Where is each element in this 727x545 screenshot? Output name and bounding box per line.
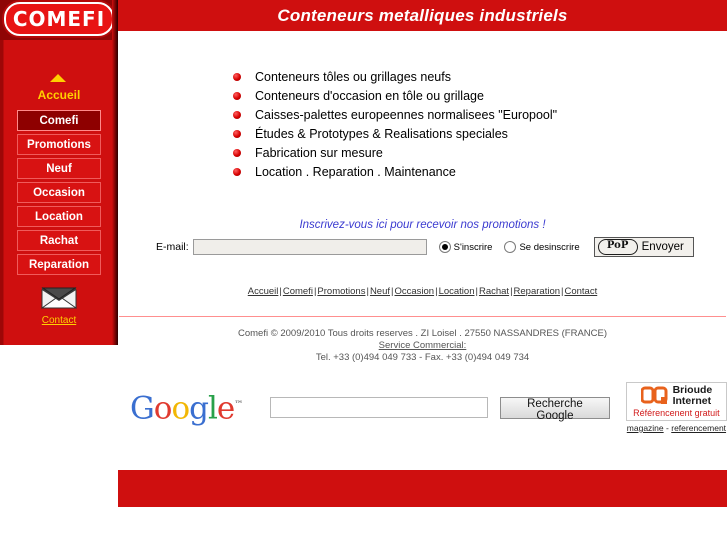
trademark-icon: ™ bbox=[234, 400, 243, 411]
google-search-button[interactable]: Recherche Google bbox=[500, 396, 610, 422]
sidebar-item-neuf[interactable]: Neuf bbox=[17, 158, 101, 179]
list-item-label: Conteneurs tôles ou grillages neufs bbox=[255, 70, 451, 84]
footer-link-accueil[interactable]: Accueil bbox=[248, 286, 279, 297]
google-letter-l: l bbox=[207, 390, 218, 427]
radio-subscribe-label: S'inscrire bbox=[453, 241, 493, 253]
sidebar: COMEFI Accueil Comefi Promotions Neuf Oc… bbox=[0, 0, 118, 345]
sidebar-item-rachat[interactable]: Rachat bbox=[17, 230, 101, 251]
footer-link-neuf[interactable]: Neuf bbox=[370, 286, 390, 297]
sidebar-item-promotions[interactable]: Promotions bbox=[17, 134, 101, 155]
newsletter-promo-text: Inscrivez-vous ici pour recevoir nos pro… bbox=[299, 219, 546, 231]
copyright-text: Comefi © 2009/2010 Tous droits reserves … bbox=[237, 328, 608, 339]
sidebar-item-contact[interactable]: Contact bbox=[0, 315, 118, 326]
google-logo: Google™ bbox=[130, 390, 243, 427]
google-letter-o1: o bbox=[153, 390, 173, 427]
main-content: Conteneurs tôles ou grillages neufs Cont… bbox=[118, 31, 727, 363]
brioude-footer-links: magazine - referencement bbox=[626, 423, 727, 433]
envelope-icon[interactable] bbox=[40, 285, 78, 309]
footer-divider bbox=[119, 316, 726, 317]
list-item: Caisses-palettes europeennes normalisees… bbox=[233, 107, 557, 123]
search-input[interactable] bbox=[270, 397, 489, 418]
list-item: Fabrication sur mesure bbox=[233, 145, 557, 161]
brioude-foot-sep: - bbox=[666, 423, 669, 433]
footer-link-promotions[interactable]: Promotions bbox=[317, 286, 365, 297]
brioude-badge[interactable]: Brioude Internet Référencenent gratuit m… bbox=[625, 382, 727, 433]
brioude-tagline: Référencenent gratuit bbox=[633, 408, 720, 418]
google-letter-g2: g bbox=[189, 390, 209, 427]
list-item-label: Location . Reparation . Maintenance bbox=[255, 165, 456, 179]
triangle-up-icon bbox=[50, 74, 66, 82]
bullet-icon bbox=[233, 111, 241, 119]
footer-link-contact[interactable]: Contact bbox=[564, 286, 597, 297]
pop-logo-icon: PoP bbox=[597, 239, 638, 255]
list-item-label: Fabrication sur mesure bbox=[255, 146, 383, 160]
bullet-icon bbox=[233, 168, 241, 176]
brioude-badge-box[interactable]: Brioude Internet Référencenent gratuit bbox=[625, 382, 727, 421]
feature-list: Conteneurs tôles ou grillages neufs Cont… bbox=[233, 69, 557, 183]
brioude-badge-top: Brioude Internet bbox=[640, 385, 713, 407]
site-logo[interactable]: COMEFI bbox=[4, 2, 114, 36]
email-field[interactable] bbox=[192, 239, 427, 255]
brioude-oq-icon bbox=[640, 385, 669, 407]
page-root: COMEFI Accueil Comefi Promotions Neuf Oc… bbox=[0, 0, 727, 545]
footer-link-location[interactable]: Location bbox=[439, 286, 475, 297]
google-letter-o2: o bbox=[171, 390, 190, 427]
page-header: Conteneurs metalliques industriels bbox=[118, 0, 727, 31]
list-item: Location . Reparation . Maintenance bbox=[233, 164, 557, 180]
google-search-bar: Google™ Recherche Google Brioude Interne… bbox=[118, 375, 727, 440]
bullet-icon bbox=[233, 149, 241, 157]
brioude-referencement-link[interactable]: referencement bbox=[671, 423, 726, 433]
footer-link-rachat[interactable]: Rachat bbox=[479, 286, 509, 297]
radio-subscribe-icon[interactable] bbox=[438, 241, 451, 253]
bullet-icon bbox=[233, 92, 241, 100]
footer-link-occasion[interactable]: Occasion bbox=[394, 286, 434, 297]
service-commercial-link[interactable]: Service Commercial: bbox=[379, 340, 467, 351]
sidebar-item-accueil[interactable]: Accueil bbox=[0, 88, 118, 102]
google-letter-e: e bbox=[216, 390, 235, 427]
page-title: Conteneurs metalliques industriels bbox=[277, 5, 568, 25]
newsletter-form: E-mail: S'inscrire Se desinscrire PoP En… bbox=[156, 237, 716, 257]
footer-link-reparation[interactable]: Reparation bbox=[514, 286, 560, 297]
sidebar-item-reparation[interactable]: Reparation bbox=[17, 254, 101, 275]
radio-subscribe[interactable]: S'inscrire bbox=[438, 241, 493, 253]
sidebar-item-comefi[interactable]: Comefi bbox=[17, 110, 101, 131]
brioude-name-line2: Internet bbox=[672, 395, 712, 407]
sidebar-item-location[interactable]: Location bbox=[17, 206, 101, 227]
bottom-red-bar bbox=[118, 470, 727, 507]
radio-unsubscribe[interactable]: Se desinscrire bbox=[504, 241, 580, 253]
site-logo-text: COMEFI bbox=[12, 7, 106, 31]
list-item-label: Caisses-palettes europeennes normalisees… bbox=[255, 108, 558, 122]
footer-link-comefi[interactable]: Comefi bbox=[283, 286, 313, 297]
copyright-block: Comefi © 2009/2010 Tous droits reserves … bbox=[118, 328, 727, 364]
radio-unsubscribe-label: Se desinscrire bbox=[519, 241, 580, 253]
bullet-icon bbox=[233, 73, 241, 81]
google-letter-g1: G bbox=[130, 390, 155, 427]
list-item: Conteneurs tôles ou grillages neufs bbox=[233, 69, 557, 85]
footer-nav: Accueil|Comefi|Promotions|Neuf|Occasion|… bbox=[118, 286, 727, 297]
email-label: E-mail: bbox=[156, 241, 189, 253]
send-button[interactable]: PoP Envoyer bbox=[593, 237, 694, 257]
list-item-label: Études & Prototypes & Realisations speci… bbox=[255, 127, 508, 141]
sidebar-item-occasion[interactable]: Occasion bbox=[17, 182, 101, 203]
list-item: Conteneurs d'occasion en tôle ou grillag… bbox=[233, 88, 557, 104]
radio-unsubscribe-icon[interactable] bbox=[504, 241, 517, 253]
bullet-icon bbox=[233, 130, 241, 138]
send-button-label: Envoyer bbox=[641, 241, 684, 253]
brioude-magazine-link[interactable]: magazine bbox=[627, 423, 664, 433]
list-item: Études & Prototypes & Realisations speci… bbox=[233, 126, 557, 142]
list-item-label: Conteneurs d'occasion en tôle ou grillag… bbox=[255, 89, 484, 103]
brioude-name: Brioude Internet bbox=[673, 385, 713, 407]
phone-text: Tel. +33 (0)494 049 733 - Fax. +33 (0)49… bbox=[315, 352, 530, 363]
